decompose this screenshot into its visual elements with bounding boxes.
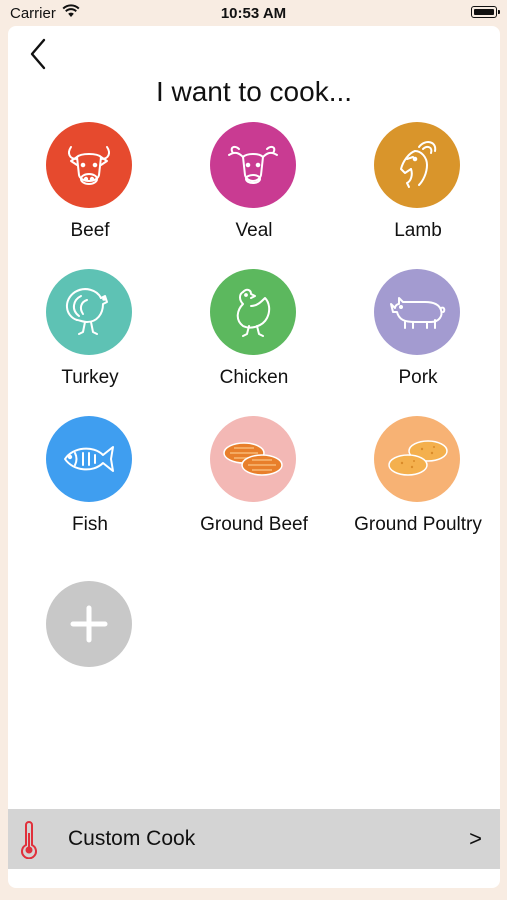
meat-option-lamb[interactable]: Lamb [336,122,500,252]
turkey-icon [66,288,108,335]
chevron-right-icon: > [469,826,482,851]
thermometer-icon [21,821,37,859]
meat-option-beef[interactable]: Beef [8,122,172,252]
ground-poultry-circle [374,416,460,502]
back-button[interactable] [24,36,54,72]
chicken-icon [236,288,271,337]
meat-option-ground-poultry[interactable]: Ground Poultry [336,416,500,546]
lamb-circle [374,122,460,208]
fish-circle [46,416,132,502]
tile-label: Turkey [61,367,119,388]
tile-label: Veal [235,220,273,241]
beef-circle [46,122,132,208]
patties-icon [223,442,283,476]
meat-option-turkey[interactable]: Turkey [8,269,172,399]
meat-option-ground-beef[interactable]: Ground Beef [172,416,336,546]
cow-icon [68,146,110,185]
meat-option-chicken[interactable]: Chicken [172,269,336,399]
status-bar: Carrier 10:53 AM [0,0,507,26]
fish-icon [64,446,114,472]
add-circle [46,581,132,667]
page-title: I want to cook... [155,76,353,107]
battery-icon [471,6,500,18]
meat-option-veal[interactable]: Veal [172,122,336,252]
clock: 10:53 AM [220,5,287,22]
veal-circle [210,122,296,208]
tile-label: Lamb [394,220,442,241]
chicken-circle [210,269,296,355]
pig-icon [390,297,446,329]
ground-beef-circle [210,416,296,502]
add-item-button[interactable] [8,581,172,667]
tile-label: Beef [70,220,110,241]
tile-label: Pork [398,367,438,388]
goat-icon [400,141,437,188]
meat-option-fish[interactable]: Fish [8,416,172,546]
tile-label: Ground Poultry [354,514,482,535]
pork-circle [374,269,460,355]
tile-label: Fish [72,514,108,535]
turkey-circle [46,269,132,355]
custom-cook-label: Custom Cook [68,827,196,850]
tile-label: Ground Beef [200,514,308,535]
tile-label: Chicken [219,367,289,388]
calf-icon [228,145,278,184]
poultry-patties-icon [388,440,448,476]
custom-cook-button[interactable]: Custom Cook > [8,809,500,869]
plus-icon [70,605,108,643]
main-card: I want to cook... Beef Veal Lamb Turkey … [8,26,500,888]
meat-option-pork[interactable]: Pork [336,269,500,399]
